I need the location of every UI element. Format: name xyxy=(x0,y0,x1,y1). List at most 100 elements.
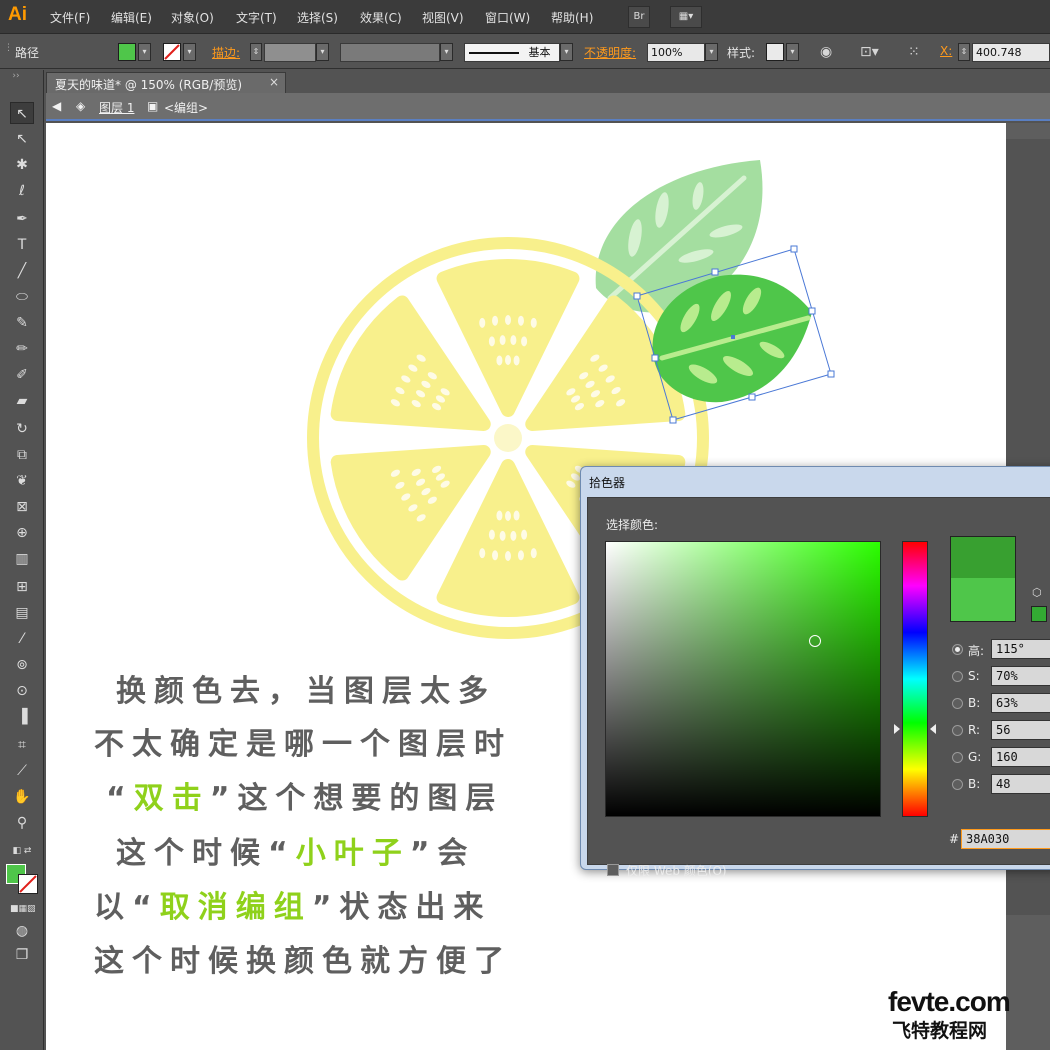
opacity-label[interactable]: 不透明度: xyxy=(584,44,636,61)
menu-type[interactable]: 文字(T) xyxy=(236,9,277,26)
menu-object[interactable]: 对象(O) xyxy=(171,9,214,26)
x-field[interactable]: 400.748 xyxy=(972,43,1050,62)
blend-tool-icon[interactable]: ⊚ xyxy=(10,654,34,676)
selection-tool-icon[interactable]: ↖ xyxy=(10,102,34,124)
saturation-brightness-field[interactable] xyxy=(605,541,881,817)
line-tool-icon[interactable]: ╱ xyxy=(10,260,34,282)
x-stepper[interactable]: ⇕ xyxy=(958,43,970,61)
hue-arrow-left-icon[interactable] xyxy=(894,724,900,734)
slice-tool-icon[interactable]: ⟋ xyxy=(10,760,34,782)
align-icon[interactable]: ⊡▾ xyxy=(860,44,879,60)
menu-window[interactable]: 窗口(W) xyxy=(485,9,530,26)
variable-width-profile[interactable] xyxy=(340,43,440,62)
saturation-field[interactable]: 70% xyxy=(991,666,1050,686)
perspective-grid-tool-icon[interactable]: ▥ xyxy=(10,548,34,570)
hue-field[interactable]: 115° xyxy=(991,639,1050,659)
fill-swatch[interactable] xyxy=(118,43,136,61)
rotate-tool-icon[interactable]: ↻ xyxy=(10,418,34,440)
stroke-label[interactable]: 描边: xyxy=(212,44,240,61)
menu-file[interactable]: 文件(F) xyxy=(50,9,90,26)
brush-definition-field[interactable]: 基本 xyxy=(464,43,560,62)
hue-slider[interactable] xyxy=(902,541,928,817)
pen-tool-icon[interactable]: ✒ xyxy=(10,208,34,230)
fill-dropdown-arrow[interactable]: ▾ xyxy=(138,43,151,61)
color-mode-buttons[interactable]: ■▦▨ xyxy=(10,898,36,920)
highlight-double-click: 双击 xyxy=(133,781,210,816)
stroke-weight-field[interactable] xyxy=(264,43,316,62)
fill-stroke-widget[interactable] xyxy=(6,864,40,894)
menu-view[interactable]: 视图(V) xyxy=(422,9,464,26)
pencil-tool-icon[interactable]: ✏ xyxy=(10,338,34,360)
breadcrumb-layer[interactable]: 图层 1 xyxy=(99,99,134,116)
eyedropper-tool-icon[interactable]: ⁄ xyxy=(10,628,34,650)
stroke-weight-stepper[interactable]: ⇕ xyxy=(250,43,262,61)
scale-tool-icon[interactable]: ⧉ xyxy=(10,444,34,466)
radio-green[interactable] xyxy=(952,752,963,763)
stroke-dropdown-arrow[interactable]: ▾ xyxy=(183,43,196,61)
recolor-artwork-icon[interactable]: ◉ xyxy=(820,44,832,60)
instruction-line-4: 这个时候“小叶子”会 xyxy=(116,828,475,872)
menu-help[interactable]: 帮助(H) xyxy=(551,9,593,26)
menu-select[interactable]: 选择(S) xyxy=(297,9,338,26)
radio-saturation[interactable] xyxy=(952,671,963,682)
breadcrumb-group[interactable]: <编组> xyxy=(164,99,208,116)
artboard-tool-icon[interactable]: ⌗ xyxy=(10,734,34,756)
web-only-checkbox[interactable] xyxy=(607,864,619,876)
stroke-swatch[interactable] xyxy=(163,43,181,61)
web-only-label[interactable]: 仅限 Web 颜色(O) xyxy=(626,862,727,879)
menu-effect[interactable]: 效果(C) xyxy=(360,9,402,26)
graphic-style-swatch[interactable] xyxy=(766,43,784,61)
opacity-dropdown[interactable]: ▾ xyxy=(705,43,718,61)
lasso-tool-icon[interactable]: ℓ xyxy=(10,180,34,202)
zoom-tool-icon[interactable]: ⚲ xyxy=(10,812,34,834)
drawing-mode-icon[interactable]: ◍ xyxy=(10,920,34,942)
panel-collapse-icon[interactable]: ›› xyxy=(4,70,28,82)
symbol-sprayer-tool-icon[interactable]: ⊙ xyxy=(10,680,34,702)
original-color-preview[interactable] xyxy=(950,578,1016,622)
column-graph-tool-icon[interactable]: ▐ xyxy=(10,706,34,728)
default-colors-icon[interactable]: ◧ ⇄ xyxy=(10,840,34,862)
web-safe-color-swatch[interactable] xyxy=(1031,606,1047,622)
transform-reference-icon[interactable]: ⁙ xyxy=(908,44,920,60)
color-picker-marker[interactable] xyxy=(809,635,821,647)
bridge-button[interactable]: Br xyxy=(628,6,650,28)
close-tab-icon[interactable]: × xyxy=(269,75,279,89)
hue-arrow-right-icon[interactable] xyxy=(930,724,936,734)
mesh-tool-icon[interactable]: ⊞ xyxy=(10,576,34,598)
hex-field[interactable]: 38A030 xyxy=(961,829,1050,849)
radio-red[interactable] xyxy=(952,725,963,736)
arrange-documents-button[interactable]: ▦▾ xyxy=(670,6,702,28)
menu-edit[interactable]: 编辑(E) xyxy=(111,9,152,26)
blue-field[interactable]: 48 xyxy=(991,774,1050,794)
document-tab[interactable]: 夏天的味道* @ 150% (RGB/预览) × xyxy=(46,72,286,93)
eraser-tool-icon[interactable]: ▰ xyxy=(10,390,34,412)
web-safe-cube-icon[interactable]: ⬡ xyxy=(1032,586,1042,599)
warp-tool-icon[interactable]: ❦ xyxy=(10,470,34,492)
hand-tool-icon[interactable]: ✋ xyxy=(10,786,34,808)
variable-width-dropdown[interactable]: ▾ xyxy=(440,43,453,61)
brightness-field[interactable]: 63% xyxy=(991,693,1050,713)
direct-selection-tool-icon[interactable]: ↖ xyxy=(10,128,34,150)
brush-definition-dropdown[interactable]: ▾ xyxy=(560,43,573,61)
x-label[interactable]: X: xyxy=(940,44,952,58)
blob-brush-tool-icon[interactable]: ✐ xyxy=(10,364,34,386)
red-field[interactable]: 56 xyxy=(991,720,1050,740)
ellipse-tool-icon[interactable]: ⬭ xyxy=(10,286,34,308)
stroke-box[interactable] xyxy=(18,874,38,894)
screen-mode-icon[interactable]: ❐ xyxy=(10,944,34,966)
radio-hue[interactable] xyxy=(952,644,963,655)
gradient-tool-icon[interactable]: ▤ xyxy=(10,602,34,624)
type-tool-icon[interactable]: T xyxy=(10,234,34,256)
opacity-field[interactable]: 100% xyxy=(647,43,705,62)
graphic-style-dropdown[interactable]: ▾ xyxy=(786,43,799,61)
green-field[interactable]: 160 xyxy=(991,747,1050,767)
free-transform-tool-icon[interactable]: ⊠ xyxy=(10,496,34,518)
back-arrow-icon[interactable]: ◀ xyxy=(52,99,61,113)
stroke-weight-dropdown[interactable]: ▾ xyxy=(316,43,329,61)
shape-builder-tool-icon[interactable]: ⊕ xyxy=(10,522,34,544)
magic-wand-tool-icon[interactable]: ✱ xyxy=(10,154,34,176)
paintbrush-tool-icon[interactable]: ✎ xyxy=(10,312,34,334)
radio-brightness[interactable] xyxy=(952,698,963,709)
radio-blue[interactable] xyxy=(952,779,963,790)
line-5-pre: 以“ xyxy=(94,890,160,925)
